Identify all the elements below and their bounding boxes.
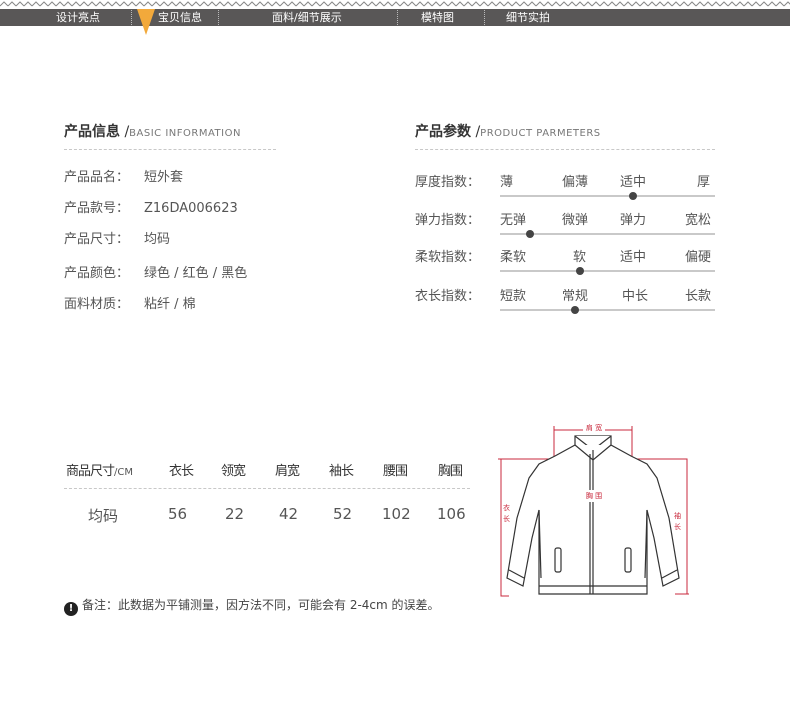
size-col-header: 肩宽 (275, 464, 300, 479)
param-option: 宽松 (685, 213, 712, 228)
warning-icon: ! (64, 602, 78, 616)
param-row-softness: 柔软指数： 柔软 软 适中 偏硬 (415, 246, 715, 276)
param-label: 柔软指数： (415, 250, 481, 265)
param-level-marker (571, 306, 580, 314)
nav-separator (397, 10, 398, 25)
nav-tab-detail-shots[interactable]: 细节实拍 (506, 9, 550, 26)
basic-info-title: 产品信息 (64, 124, 120, 140)
param-row-elasticity: 弹力指数： 无弹 微弹 弹力 宽松 (415, 209, 715, 239)
basic-info-divider (64, 149, 276, 150)
nav-separator (131, 10, 132, 25)
param-level-marker (526, 230, 535, 238)
basic-info-subtitle: BASIC INFORMATION (129, 128, 241, 139)
param-option: 无弹 (500, 213, 527, 228)
jacket-outline (506, 435, 680, 595)
size-col-header: 腰围 (383, 464, 408, 479)
nav-separator (218, 10, 219, 25)
param-label: 衣长指数： (415, 289, 481, 304)
param-option: 中长 (622, 289, 649, 304)
size-table-divider (64, 488, 470, 489)
size-col-header: 衣长 (169, 464, 194, 479)
param-option: 偏硬 (685, 250, 712, 265)
param-option: 柔软 (500, 250, 527, 265)
info-row-name: 产品品名： 短外套 (64, 166, 183, 185)
length-label: 衣 长 (503, 503, 512, 523)
info-value: 粘纤 / 棉 (144, 297, 196, 312)
length-label-char: 衣 (503, 503, 510, 512)
size-cell: 42 (279, 505, 299, 523)
info-label: 面料材质： (64, 297, 130, 312)
size-col-header: 袖长 (329, 464, 354, 479)
param-level-marker (629, 192, 638, 200)
params-heading: 产品参数 /PRODUCT PARMETERS (415, 121, 601, 141)
param-label: 厚度指数： (415, 175, 481, 190)
param-option: 弹力 (620, 213, 647, 228)
param-track (500, 270, 715, 272)
size-row-label: 均码 (88, 507, 119, 525)
info-row-material: 面料材质： 粘纤 / 棉 (64, 293, 196, 312)
nav-tab-fabric-details[interactable]: 面料/细节展示 (272, 9, 342, 26)
param-option: 常规 (562, 289, 589, 304)
sleeve-label: 袖 长 (674, 511, 683, 531)
param-track (500, 309, 715, 311)
info-row-size: 产品尺寸： 均码 (64, 228, 170, 247)
size-table-unit: /CM (114, 467, 133, 478)
size-table-header-label: 商品尺寸/CM (66, 460, 133, 479)
info-value: 短外套 (144, 170, 184, 185)
param-option: 厚 (697, 175, 711, 190)
nav-separator (484, 10, 485, 25)
size-cell: 106 (437, 505, 466, 523)
sleeve-label-char: 袖 (674, 511, 681, 520)
params-divider (415, 149, 715, 150)
param-option: 适中 (620, 250, 647, 265)
shoulder-label: 肩 宽 (586, 423, 602, 432)
param-row-thickness: 厚度指数： 薄 偏薄 适中 厚 (415, 171, 715, 201)
param-level-marker (575, 267, 584, 275)
param-track (500, 195, 715, 197)
size-col-header: 胸围 (438, 464, 463, 479)
params-subtitle: PRODUCT PARMETERS (480, 128, 601, 139)
info-label: 产品尺寸： (64, 232, 130, 247)
param-option: 短款 (500, 289, 527, 304)
info-label: 产品颜色： (64, 266, 130, 281)
basic-info-heading: 产品信息 /BASIC INFORMATION (64, 121, 241, 141)
jacket-measurement-diagram: 肩 宽 胸 围 衣 长 袖 长 (498, 421, 689, 597)
info-value: 绿色 / 红色 / 黑色 (144, 266, 248, 281)
param-option: 微弹 (562, 213, 589, 228)
size-cell: 102 (382, 505, 411, 523)
nav-active-indicator (137, 9, 155, 35)
param-row-length: 衣长指数： 短款 常规 中长 长款 (415, 285, 715, 315)
measurement-note: ! 备注：此数据为平铺测量，因方法不同，可能会有 2-4cm 的误差。 (64, 596, 440, 616)
info-value: 均码 (144, 232, 171, 247)
nav-zigzag-border (0, 0, 790, 8)
nav-tab-design-highlights[interactable]: 设计亮点 (56, 9, 100, 26)
info-row-color: 产品颜色： 绿色 / 红色 / 黑色 (64, 262, 247, 281)
nav-bar (0, 9, 790, 26)
note-text: 备注：此数据为平铺测量，因方法不同，可能会有 2-4cm 的误差。 (82, 598, 440, 612)
info-value: Z16DA006623 (144, 201, 238, 216)
size-cell: 52 (333, 505, 353, 523)
info-label: 产品款号： (64, 201, 130, 216)
param-option: 长款 (685, 289, 712, 304)
size-col-header: 领宽 (221, 464, 246, 479)
nav-tab-product-info[interactable]: 宝贝信息 (158, 9, 202, 26)
info-label: 产品品名： (64, 170, 130, 185)
basic-info-slash: / (120, 124, 130, 140)
params-title: 产品参数 (415, 124, 471, 140)
length-label-char: 长 (503, 514, 510, 523)
param-option: 偏薄 (562, 175, 589, 190)
param-option: 软 (573, 250, 587, 265)
size-cell: 56 (168, 505, 188, 523)
params-slash: / (471, 124, 481, 140)
sleeve-label-char: 长 (674, 522, 681, 531)
info-row-style-number: 产品款号： Z16DA006623 (64, 197, 238, 216)
param-option: 适中 (620, 175, 647, 190)
nav-tab-model-photos[interactable]: 模特图 (421, 9, 454, 26)
chest-label: 胸 围 (586, 491, 602, 500)
param-option: 薄 (500, 175, 514, 190)
param-label: 弹力指数： (415, 213, 481, 228)
size-table-title: 商品尺寸 (66, 464, 115, 479)
size-cell: 22 (225, 505, 245, 523)
